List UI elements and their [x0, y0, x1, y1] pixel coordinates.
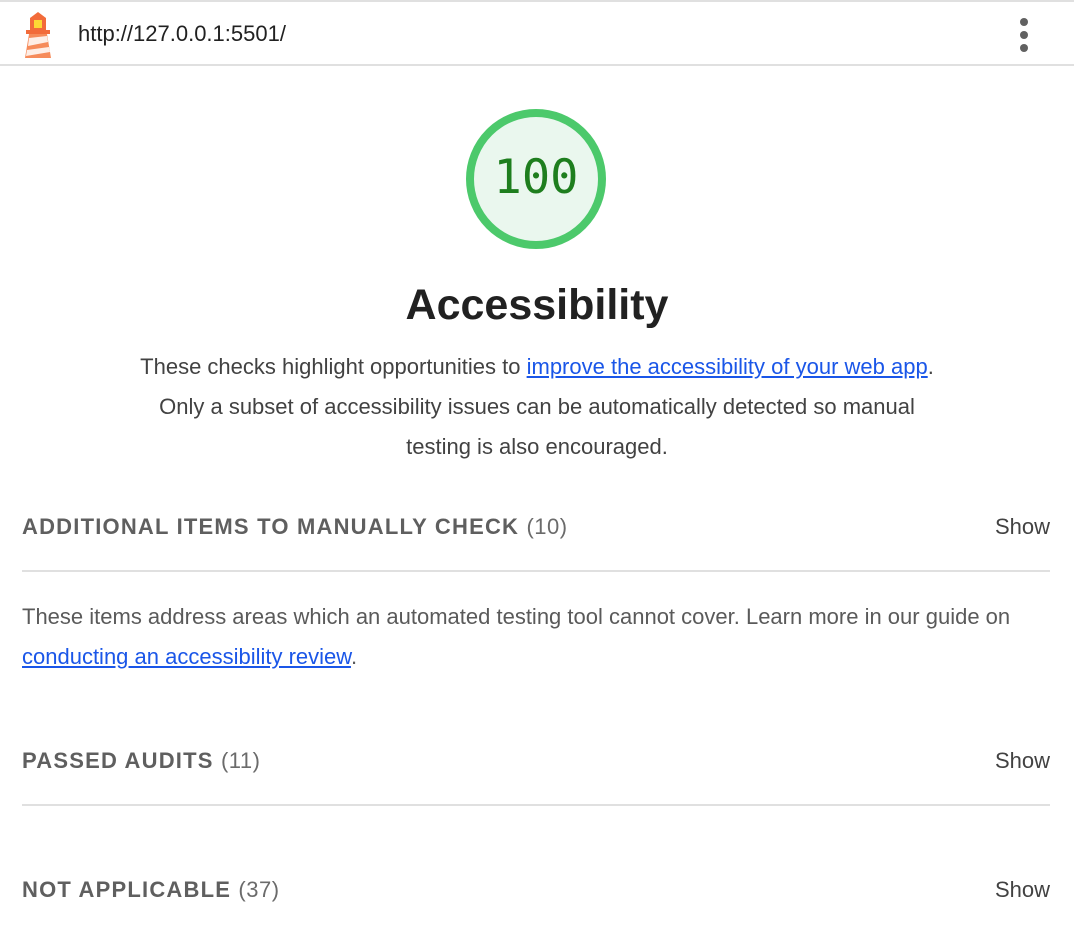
description-text: These checks highlight opportunities to [140, 354, 527, 379]
divider [22, 570, 1050, 572]
show-toggle[interactable]: Show [995, 870, 1050, 910]
category-title: Accessibility [405, 281, 669, 329]
group-title: NOT APPLICABLE (37) [22, 877, 280, 902]
lighthouse-report: http://127.0.0.1:5501/ 100 Accessibility… [0, 0, 1074, 934]
accessibility-review-link[interactable]: conducting an accessibility review [22, 644, 351, 669]
group-count: (37) [238, 877, 280, 902]
lighthouse-icon [25, 12, 51, 58]
improve-accessibility-link[interactable]: improve the accessibility of your web ap… [527, 354, 928, 379]
show-toggle[interactable]: Show [995, 507, 1050, 547]
category-description: These checks highlight opportunities to … [137, 347, 937, 467]
top-bar: http://127.0.0.1:5501/ [0, 0, 1074, 66]
group-description: These items address areas which an autom… [22, 604, 1011, 669]
group-title: PASSED AUDITS (11) [22, 748, 261, 773]
show-toggle[interactable]: Show [995, 741, 1050, 781]
url-text: http://127.0.0.1:5501/ [78, 21, 286, 46]
group-manual-checks[interactable]: ADDITIONAL ITEMS TO MANUALLY CHECK (10) … [22, 507, 1050, 547]
group-not-applicable[interactable]: NOT APPLICABLE (37) Show [22, 870, 1050, 910]
group-count: (11) [220, 748, 261, 773]
score-value: 100 [493, 150, 579, 205]
vertical-dots-icon[interactable] [1008, 16, 1040, 54]
group-title: ADDITIONAL ITEMS TO MANUALLY CHECK (10) [22, 514, 568, 539]
group-passed-audits[interactable]: PASSED AUDITS (11) Show [22, 741, 1050, 781]
divider [22, 804, 1050, 806]
group-count: (10) [526, 514, 568, 539]
